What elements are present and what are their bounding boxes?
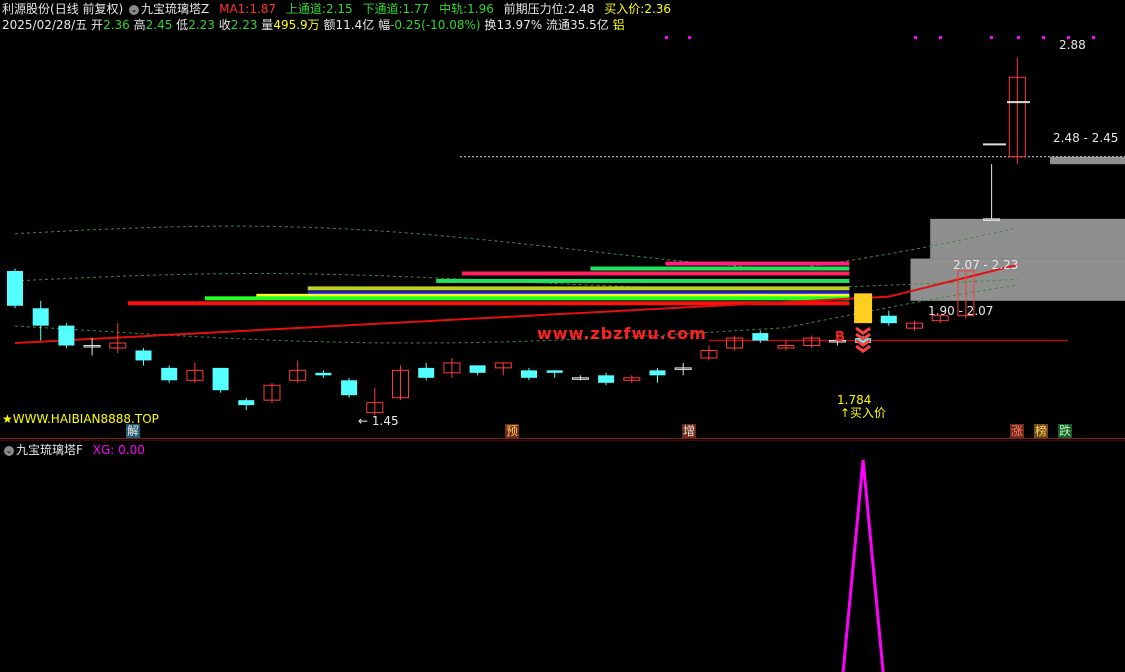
- top-dot-0: [665, 36, 668, 39]
- candle-body-2: [58, 325, 75, 346]
- support-bar-0: [665, 261, 850, 266]
- support-bar-3: [436, 278, 850, 283]
- indicator-toggle-icon[interactable]: ⌄: [129, 4, 140, 15]
- amount-value: 11.4亿: [335, 18, 375, 32]
- support-bar-1: [590, 266, 850, 271]
- candle-body-0: [7, 271, 23, 306]
- panel-separator-top: [0, 438, 1125, 439]
- candle-body-13: [341, 380, 358, 396]
- header-line-2: 2025/02/28/五 开2.36 高2.45 低2.23 收2.23 量49…: [2, 18, 625, 32]
- candle-body-9: [238, 400, 255, 406]
- top-dot-1: [688, 36, 691, 39]
- buy-signal-b: B: [835, 330, 845, 345]
- change-label: 幅: [378, 18, 391, 32]
- tag-zhang[interactable]: 涨: [1010, 424, 1025, 438]
- mid-line-value: 1.96: [467, 2, 494, 16]
- sub-panel-header: ⌄ 九宝琉璃塔F XG: 0.00: [2, 443, 145, 457]
- candle-body-25: [649, 370, 666, 376]
- top-dot-8: [1092, 36, 1095, 39]
- low-value: 2.23: [188, 18, 215, 32]
- indicator-name: 九宝琉璃塔Z: [141, 2, 210, 16]
- label-range-207: 2.07 - 2.23: [953, 258, 1019, 272]
- candle-body-8: [212, 367, 229, 391]
- top-dot-4: [990, 36, 993, 39]
- date: 2025/02/28/五: [2, 18, 88, 32]
- pressure-zone-248: [1050, 156, 1125, 165]
- tag-zeng[interactable]: 增: [682, 424, 697, 438]
- pressure-label: 前期压力位:: [503, 2, 568, 16]
- turnover-label: 换: [484, 18, 497, 32]
- buy-price-label: 买入价:: [604, 2, 645, 16]
- float-label: 流通: [546, 18, 571, 32]
- ma1-value: 1.87: [249, 2, 277, 16]
- stock-name: 利源股份: [2, 2, 51, 16]
- turnover-value: 13.97%: [496, 18, 543, 32]
- tag-jie[interactable]: 解: [126, 424, 141, 438]
- tag-bang[interactable]: 榜: [1034, 424, 1049, 438]
- close-label: 收: [218, 18, 231, 32]
- label-pressure-tag: 前压力: [1070, 140, 1107, 154]
- sub-indicator-toggle-icon[interactable]: ⌄: [4, 445, 14, 456]
- close-value: 2.23: [230, 18, 258, 32]
- pressure-zone-207: [930, 218, 1125, 259]
- buy-value-label: 1.784: [837, 393, 872, 407]
- label-high-288: 2.88: [1059, 38, 1086, 52]
- xg-label: XG:: [92, 443, 115, 457]
- low-label: 低: [176, 18, 189, 32]
- mid-line-label: 中轨:: [439, 2, 468, 16]
- top-dot-5: [1017, 36, 1020, 39]
- ma1-label: MA1:: [219, 2, 250, 16]
- support-bar-2: [461, 271, 850, 276]
- up-channel-value: 2.15: [325, 2, 353, 16]
- candle-body-5: [135, 350, 152, 361]
- candle-body-6: [161, 367, 178, 381]
- tag-yu[interactable]: 预: [505, 424, 520, 438]
- candle-body-1: [32, 308, 49, 326]
- pressure-value: 2.48: [567, 2, 595, 16]
- candle-body-20: [521, 370, 537, 378]
- panel-separator-bottom: [0, 440, 1125, 441]
- candle-body-18: [469, 365, 486, 373]
- support-bar-7: [204, 296, 850, 301]
- top-dot-2: [914, 36, 917, 39]
- buy-signal-box: [854, 293, 873, 324]
- volume-label: 量: [261, 18, 274, 32]
- open-value: 2.36: [103, 18, 130, 32]
- buy-price-value: 2.36: [644, 2, 672, 16]
- channel-upper: [14, 225, 1018, 271]
- low-marker-label: ← 1.45: [358, 414, 399, 428]
- open-label: 开: [91, 18, 104, 32]
- watermark: www.zbzfwu.com: [537, 324, 707, 343]
- buy-price-tag: ↑买入价: [840, 406, 887, 420]
- tag-die[interactable]: 跌: [1058, 424, 1073, 438]
- candle-body-16: [418, 367, 435, 378]
- top-dot-3: [939, 36, 942, 39]
- candle-body-34: [880, 315, 897, 324]
- high-label: 高: [133, 18, 146, 32]
- period-label: (日线 前复权): [50, 2, 124, 16]
- xg-signal-line: [841, 459, 885, 672]
- header-line-1: 利源股份(日线 前复权) ⌄ 九宝琉璃塔Z MA1:1.87 上通道:2.15 下…: [2, 2, 671, 16]
- up-channel-label: 上通道:: [285, 2, 326, 16]
- volume-value: 495.9万: [273, 18, 320, 32]
- support-bar-4: [307, 286, 850, 291]
- high-value: 2.45: [145, 18, 173, 32]
- down-channel-value: 1.77: [402, 2, 430, 16]
- label-range-190: 1.90 - 2.07: [928, 304, 994, 318]
- sub-indicator-name: 九宝琉璃塔F: [16, 443, 83, 457]
- amount-label: 额: [323, 18, 336, 32]
- buy-chevron-0: [855, 326, 871, 335]
- down-channel-label: 下通道:: [362, 2, 403, 16]
- sector-tag: 铝: [612, 18, 625, 32]
- candle-body-23: [598, 375, 615, 383]
- candle-body-29: [752, 333, 769, 341]
- change-value: -0.25(-10.08%): [390, 18, 481, 32]
- top-dot-6: [1042, 36, 1045, 39]
- float-value: 35.5亿: [570, 18, 609, 32]
- candle-body-21: [546, 370, 563, 373]
- xg-value: 0.00: [118, 443, 145, 457]
- candle-body-12: [315, 372, 332, 376]
